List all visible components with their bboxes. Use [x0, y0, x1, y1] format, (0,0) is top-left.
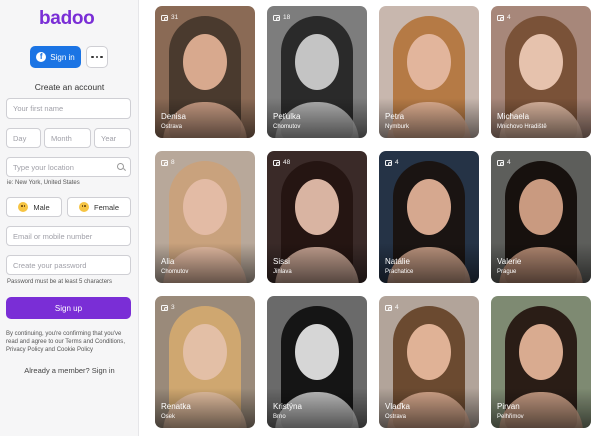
photo-count-badge: 31 [161, 14, 178, 21]
profile-card[interactable]: 18 Peťulka Chomutov [267, 6, 367, 138]
camera-icon [273, 159, 280, 166]
profile-name: Denisa [161, 112, 186, 121]
profile-card[interactable]: 4 Valerie Prague [491, 151, 591, 283]
gender-female-button[interactable]: Female [67, 197, 131, 217]
facebook-icon: f [36, 52, 47, 62]
privacy-link[interactable]: Privacy Policy [6, 347, 43, 353]
location-placeholder: Type your location [13, 162, 74, 172]
location-input[interactable]: Type your location [6, 157, 131, 177]
location-hint: ie: New York, United States [7, 180, 80, 186]
profile-city: Osek [161, 414, 176, 420]
camera-icon [385, 304, 392, 311]
profile-card[interactable]: Petra Nymburk [379, 6, 479, 138]
photo-count-badge: 8 [161, 159, 175, 166]
sign-up-sidebar: badoo f Sign in Create an account Your f… [0, 0, 139, 436]
profile-name: Natálie [385, 257, 410, 266]
camera-icon [385, 159, 392, 166]
female-emoji-icon [78, 202, 89, 212]
profile-card[interactable]: 3 Renatka Osek [155, 296, 255, 428]
profile-card[interactable]: 4 Michaela Mnichovo Hradiště [491, 6, 591, 138]
profile-card[interactable]: 8 Alia Chomutov [155, 151, 255, 283]
terms-link[interactable]: Terms and Conditions [65, 339, 123, 345]
password-field[interactable]: Create your password [6, 255, 131, 275]
photo-count-badge: 3 [161, 304, 175, 311]
profile-name: Pirvan [497, 402, 520, 411]
profile-card[interactable]: Kristýna Brno [267, 296, 367, 428]
photo-count: 4 [395, 304, 399, 311]
profile-city: Chomutov [161, 269, 189, 275]
photo-count-badge: 4 [385, 159, 399, 166]
profile-city: Ostrava [385, 414, 407, 420]
photo-count-badge: 18 [273, 14, 290, 21]
photo-count: 48 [283, 159, 291, 166]
camera-icon [497, 159, 504, 166]
profile-city: Prague [497, 269, 517, 275]
profile-card[interactable]: 4 Natálie Prachatice [379, 151, 479, 283]
profile-name: Kristýna [273, 402, 302, 411]
sign-in-label: Sign in [50, 52, 75, 62]
camera-icon [161, 159, 168, 166]
camera-icon [497, 14, 504, 21]
profile-city: Prachatice [385, 269, 414, 275]
already-member-link[interactable]: Already a member? Sign in [0, 366, 139, 375]
photo-count: 31 [171, 14, 179, 21]
profile-city: Ostrava [161, 124, 183, 130]
sign-up-button[interactable]: Sign up [6, 297, 131, 319]
profile-city: Brno [273, 414, 286, 420]
create-account-title: Create an account [34, 82, 105, 92]
profile-name: Petra [385, 112, 405, 121]
photo-count: 4 [395, 159, 399, 166]
profile-card[interactable]: 31 Denisa Ostrava [155, 6, 255, 138]
profile-name: Peťulka [273, 112, 301, 121]
photo-count: 8 [171, 159, 175, 166]
photo-count: 4 [507, 159, 511, 166]
profile-city: Chomutov [273, 124, 301, 130]
search-icon [117, 163, 124, 170]
photo-count-badge: 48 [273, 159, 290, 166]
photo-count: 4 [507, 14, 511, 21]
profile-card[interactable]: Pirvan Pelhřimov [491, 296, 591, 428]
gender-male-label: Male [33, 202, 50, 212]
profile-name: Sissi [273, 257, 290, 266]
legal-text: By continuing, you're confirming that yo… [6, 331, 125, 353]
camera-icon [273, 14, 280, 21]
profile-name: Vlaďka [385, 402, 410, 411]
badoo-logo[interactable]: badoo [39, 8, 95, 30]
profile-name: Michaela [497, 112, 530, 121]
profile-city: Jihlava [273, 269, 292, 275]
gender-male-button[interactable]: Male [6, 197, 62, 217]
password-hint: Password must be at least 5 characters [7, 279, 113, 285]
profile-city: Mnichovo Hradiště [497, 124, 547, 130]
first-name-input[interactable]: Your first name [6, 98, 131, 119]
camera-icon [161, 14, 168, 21]
profile-city: Nymburk [385, 124, 410, 130]
profile-city: Pelhřimov [497, 414, 524, 420]
more-icon [91, 55, 94, 59]
birth-year-input[interactable]: Year [94, 128, 131, 148]
photo-count: 18 [283, 14, 291, 21]
cookie-link[interactable]: Cookie Policy [57, 347, 93, 353]
gender-female-label: Female [93, 202, 119, 212]
profile-name: Alia [161, 257, 175, 266]
birth-day-input[interactable]: Day [6, 128, 41, 148]
photo-count-badge: 4 [497, 14, 511, 21]
profile-name: Renatka [161, 402, 191, 411]
photo-count-badge: 4 [497, 159, 511, 166]
profile-name: Valerie [497, 257, 522, 266]
photo-count: 3 [171, 304, 175, 311]
facebook-sign-in-button[interactable]: f Sign in [30, 46, 81, 68]
more-options-button[interactable] [86, 46, 108, 68]
male-emoji-icon [18, 202, 29, 212]
profile-card[interactable]: 4 Vlaďka Ostrava [379, 296, 479, 428]
photo-count-badge: 4 [385, 304, 399, 311]
profile-card[interactable]: 48 Sissi Jihlava [267, 151, 367, 283]
email-field[interactable]: Email or mobile number [6, 226, 131, 246]
camera-icon [161, 304, 168, 311]
birth-month-input[interactable]: Month [44, 128, 91, 148]
